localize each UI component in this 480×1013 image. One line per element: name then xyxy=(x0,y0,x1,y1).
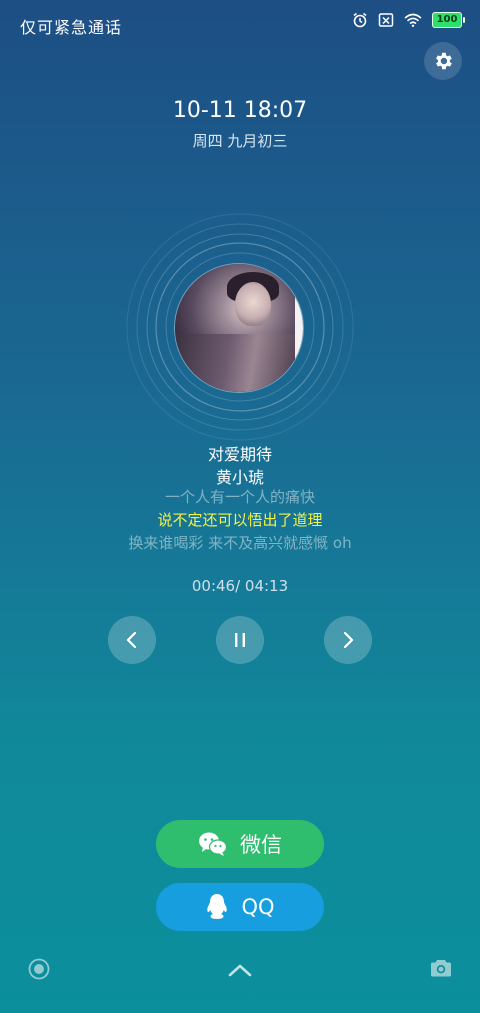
battery-icon: 100 xyxy=(432,12,465,28)
gear-icon xyxy=(436,52,452,70)
camera-button[interactable] xyxy=(430,958,452,982)
qq-label: QQ xyxy=(241,895,275,919)
next-button[interactable] xyxy=(324,616,372,664)
song-title: 对爱期待 xyxy=(207,445,272,464)
camera-icon xyxy=(431,960,451,977)
pause-icon xyxy=(235,633,245,647)
next-icon xyxy=(343,631,354,649)
lyric-next-line: 换来谁喝彩 来不及高兴就感慨 oh xyxy=(128,534,352,552)
chevron-up-icon xyxy=(228,964,252,977)
album-cover-cloth xyxy=(175,334,303,392)
lyric-previous-line: 一个人有一个人的痛快 xyxy=(164,488,315,506)
qq-icon xyxy=(207,894,228,919)
clock-time: 10-11 18:07 xyxy=(172,98,308,123)
lyric-current-line: 说不定还可以悟出了道理 xyxy=(157,511,323,529)
playback-progress: 00:46/ 04:13 xyxy=(191,577,289,595)
album-cover-edge xyxy=(295,264,303,392)
wechat-icon xyxy=(199,832,228,856)
previous-icon xyxy=(126,631,137,649)
album-cover-face xyxy=(235,282,271,326)
qq-button[interactable]: QQ xyxy=(156,883,324,931)
clock-date: 周四 九月初三 xyxy=(192,132,288,150)
wechat-button[interactable]: 微信 xyxy=(156,820,324,868)
no-sim-icon xyxy=(378,13,394,27)
song-artist: 黄小琥 xyxy=(215,468,264,487)
wifi-icon xyxy=(404,13,422,27)
previous-button[interactable] xyxy=(108,616,156,664)
unlock-button[interactable] xyxy=(228,962,252,981)
status-icons: 100 xyxy=(352,12,465,28)
pause-button[interactable] xyxy=(216,616,264,664)
settings-button[interactable] xyxy=(424,42,462,80)
wechat-label: 微信 xyxy=(240,833,282,857)
status-bar-text: 仅可紧急通话 xyxy=(20,18,123,37)
record-icon xyxy=(28,958,50,980)
album-cover[interactable] xyxy=(175,264,303,392)
record-button[interactable] xyxy=(28,958,50,984)
alarm-icon xyxy=(353,12,367,28)
